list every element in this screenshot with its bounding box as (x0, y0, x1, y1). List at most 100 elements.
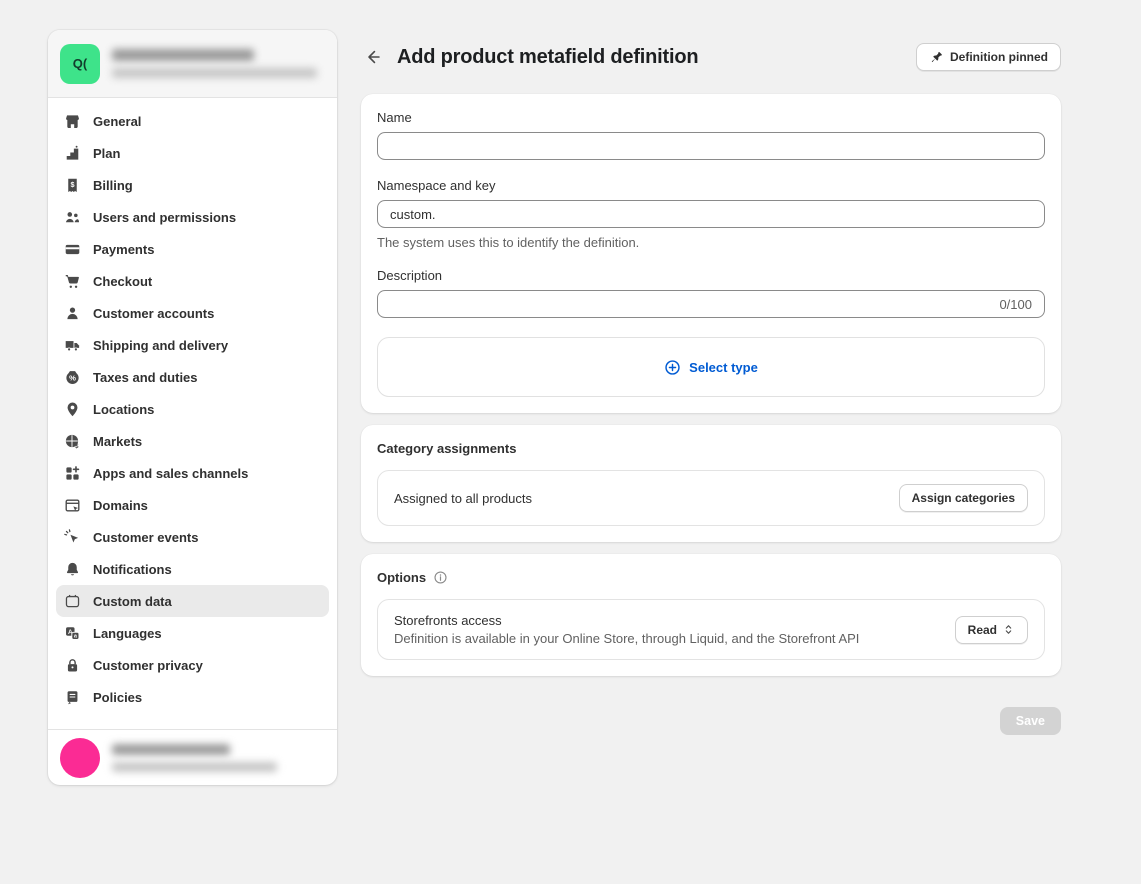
name-field: Name (377, 110, 1045, 160)
sidebar-item-label: Markets (93, 434, 142, 449)
apps-icon (64, 465, 81, 482)
save-row: Save (361, 707, 1061, 735)
domains-icon (64, 497, 81, 514)
cart-icon (64, 273, 81, 290)
sidebar-item-custom-data[interactable]: Custom data (56, 585, 329, 617)
updown-chevron-icon (1002, 623, 1015, 636)
category-status-text: Assigned to all products (394, 491, 532, 506)
sidebar-item-domains[interactable]: Domains (56, 489, 329, 521)
sidebar-item-label: Checkout (93, 274, 152, 289)
back-arrow-icon (365, 48, 383, 66)
languages-icon: Aa (64, 625, 81, 642)
namespace-label: Namespace and key (377, 178, 1045, 193)
page-title: Add product metafield definition (397, 46, 698, 69)
store-icon (64, 113, 81, 130)
custom-data-icon (64, 593, 81, 610)
sidebar-item-customer-events[interactable]: Customer events (56, 521, 329, 553)
storefronts-access-row: Storefronts access Definition is availab… (377, 599, 1045, 660)
sidebar-item-label: Customer events (93, 530, 198, 545)
name-input[interactable] (377, 132, 1045, 160)
sidebar-item-label: Notifications (93, 562, 172, 577)
category-assignments-card: Category assignments Assigned to all pro… (361, 425, 1061, 542)
settings-nav: General Plan $ Billing Users and permissions… (48, 98, 337, 729)
store-header: Q( (48, 30, 337, 98)
options-card: Options Storefronts access Definition is… (361, 554, 1061, 676)
options-title: Options (377, 570, 426, 585)
plan-icon (64, 145, 81, 162)
bell-icon (64, 561, 81, 578)
sidebar-item-policies[interactable]: Policies (56, 681, 329, 713)
svg-text:%: % (69, 373, 76, 382)
sidebar-item-label: Customer privacy (93, 658, 203, 673)
assign-categories-button[interactable]: Assign categories (899, 484, 1028, 512)
definition-pinned-button[interactable]: Definition pinned (916, 43, 1061, 71)
settings-sidebar: Q( General Plan $ Billing Users and permissi… (48, 30, 337, 785)
sidebar-item-billing[interactable]: $ Billing (56, 169, 329, 201)
user-email-redacted (112, 762, 277, 772)
payments-icon (64, 241, 81, 258)
description-label: Description (377, 268, 1045, 283)
sidebar-item-label: Custom data (93, 594, 172, 609)
sidebar-item-shipping-and-delivery[interactable]: Shipping and delivery (56, 329, 329, 361)
select-type-area: Select type (377, 337, 1045, 397)
select-type-button[interactable]: Select type (664, 359, 758, 376)
definition-pinned-label: Definition pinned (950, 50, 1048, 64)
sidebar-item-markets[interactable]: $ Markets (56, 425, 329, 457)
category-heading-row: Category assignments (377, 441, 1045, 456)
policies-icon (64, 689, 81, 706)
sidebar-item-label: Plan (93, 146, 120, 161)
sidebar-item-general[interactable]: General (56, 105, 329, 137)
main-content: Add product metafield definition Definit… (361, 43, 1061, 735)
sidebar-item-label: Domains (93, 498, 148, 513)
sidebar-item-checkout[interactable]: Checkout (56, 265, 329, 297)
description-input-wrap: 0/100 (377, 290, 1045, 318)
sidebar-item-customer-privacy[interactable]: Customer privacy (56, 649, 329, 681)
sidebar-item-payments[interactable]: Payments (56, 233, 329, 265)
taxes-icon: % (64, 369, 81, 386)
page-header: Add product metafield definition Definit… (361, 43, 1061, 71)
save-button[interactable]: Save (1000, 707, 1061, 735)
billing-icon: $ (64, 177, 81, 194)
users-icon (64, 209, 81, 226)
pushpin-icon (929, 50, 943, 64)
storefronts-access-text: Storefronts access Definition is availab… (394, 613, 859, 646)
store-url-redacted (112, 68, 317, 78)
user-footer (48, 729, 337, 785)
description-field: Description 0/100 (377, 268, 1045, 318)
sidebar-item-users-and-permissions[interactable]: Users and permissions (56, 201, 329, 233)
info-icon (433, 570, 448, 585)
sidebar-item-label: Apps and sales channels (93, 466, 248, 481)
store-avatar: Q( (60, 44, 100, 84)
sidebar-item-locations[interactable]: Locations (56, 393, 329, 425)
plus-circle-icon (664, 359, 681, 376)
svg-text:$: $ (75, 443, 79, 449)
sidebar-item-label: Customer accounts (93, 306, 214, 321)
select-type-label: Select type (689, 360, 758, 375)
sidebar-item-apps-and-sales-channels[interactable]: Apps and sales channels (56, 457, 329, 489)
sidebar-item-customer-accounts[interactable]: Customer accounts (56, 297, 329, 329)
namespace-field: Namespace and key The system uses this t… (377, 178, 1045, 250)
sidebar-item-languages[interactable]: Aa Languages (56, 617, 329, 649)
description-input[interactable] (390, 297, 991, 312)
person-icon (64, 305, 81, 322)
sidebar-item-label: Languages (93, 626, 162, 641)
storefront-access-select[interactable]: Read (955, 616, 1028, 644)
back-button[interactable] (361, 44, 387, 70)
sidebar-item-plan[interactable]: Plan (56, 137, 329, 169)
sidebar-item-label: Taxes and duties (93, 370, 198, 385)
truck-icon (64, 337, 81, 354)
storefront-access-value: Read (968, 623, 997, 637)
sidebar-item-taxes-and-duties[interactable]: % Taxes and duties (56, 361, 329, 393)
svg-text:$: $ (70, 179, 74, 188)
category-assignments-title: Category assignments (377, 441, 516, 456)
sidebar-item-label: Shipping and delivery (93, 338, 228, 353)
store-name-redacted (112, 49, 254, 61)
name-label: Name (377, 110, 1045, 125)
user-avatar (60, 738, 100, 778)
description-char-counter: 0/100 (999, 297, 1032, 312)
namespace-input[interactable] (377, 200, 1045, 228)
sidebar-item-label: Billing (93, 178, 133, 193)
sidebar-item-label: Policies (93, 690, 142, 705)
sidebar-item-notifications[interactable]: Notifications (56, 553, 329, 585)
cursor-click-icon (64, 529, 81, 546)
